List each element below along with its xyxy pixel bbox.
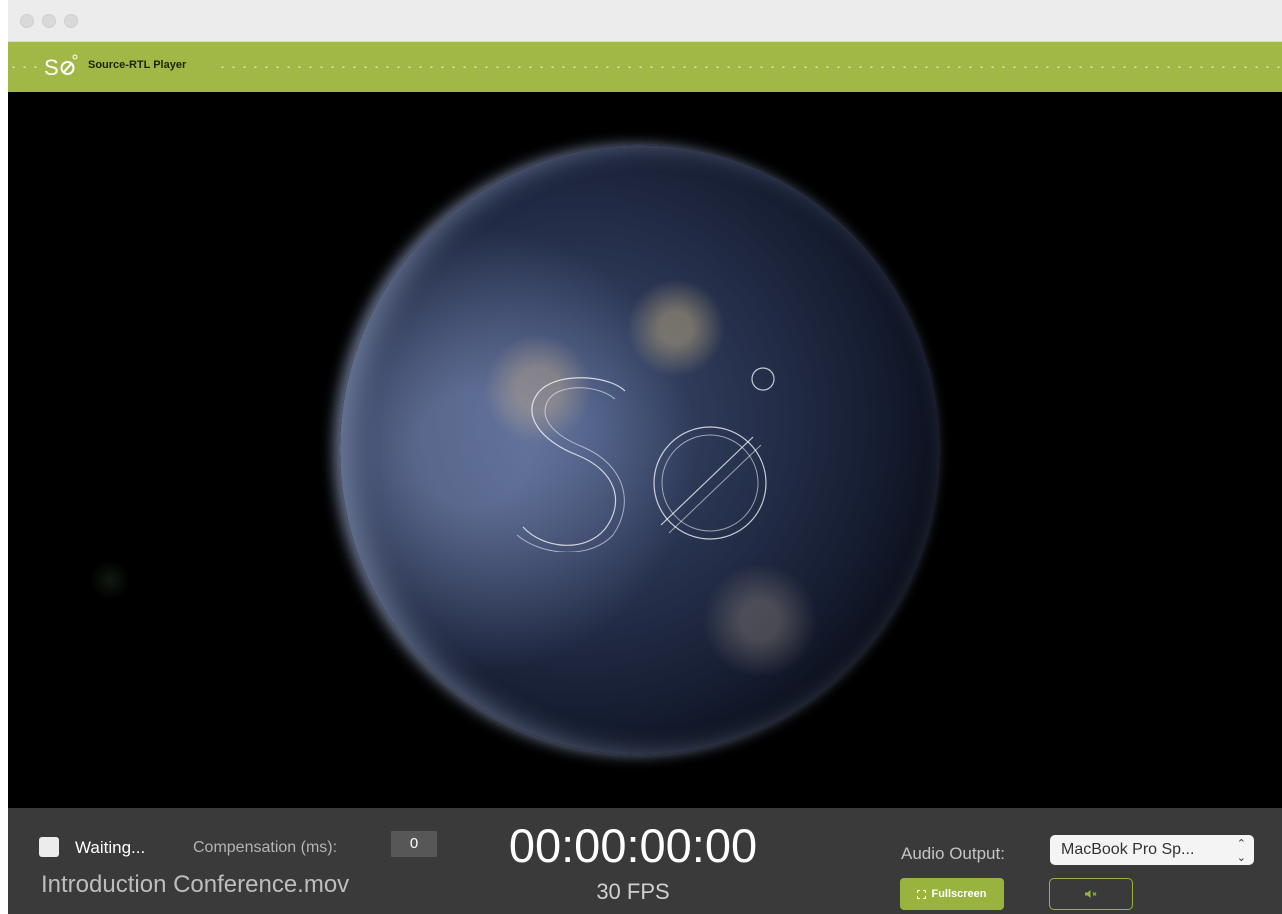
fullscreen-icon xyxy=(917,889,927,899)
sync-checkbox[interactable] xyxy=(39,837,59,857)
audio-output-label: Audio Output: xyxy=(901,844,1005,863)
zoom-window-button[interactable] xyxy=(64,14,78,28)
fullscreen-button[interactable]: Fullscreen xyxy=(900,878,1004,910)
brand-bar: S Source-RTL Player xyxy=(8,42,1282,92)
audio-output-select[interactable]: MacBook Pro Sp... ⌃ ⌄ xyxy=(1050,835,1254,865)
fps-display: 30 FPS xyxy=(596,879,670,904)
status-label: Waiting... xyxy=(75,838,146,857)
speaker-muted-icon xyxy=(1085,890,1097,898)
close-window-button[interactable] xyxy=(20,14,34,28)
player-control-bar: Waiting... Compensation (ms): 0 Introduc… xyxy=(8,808,1282,914)
file-name: Introduction Conference.mov xyxy=(41,871,350,898)
window-titlebar xyxy=(8,0,1282,42)
timecode-display: 00:00:00:00 xyxy=(508,819,758,872)
chevron-updown-icon: ⌃ ⌄ xyxy=(1236,838,1246,864)
source-elements-logo-icon: S xyxy=(44,54,78,80)
mute-button[interactable] xyxy=(1049,878,1133,910)
compensation-label: Compensation (ms): xyxy=(193,839,338,856)
video-viewport[interactable] xyxy=(8,92,1282,808)
minimize-window-button[interactable] xyxy=(42,14,56,28)
compensation-input[interactable]: 0 xyxy=(391,831,437,857)
svg-text:S: S xyxy=(44,55,59,80)
watermark-logo-icon xyxy=(516,367,775,552)
app-title: Source-RTL Player xyxy=(88,59,187,71)
fullscreen-label: Fullscreen xyxy=(931,888,987,900)
audio-output-value: MacBook Pro Sp... xyxy=(1061,841,1195,858)
